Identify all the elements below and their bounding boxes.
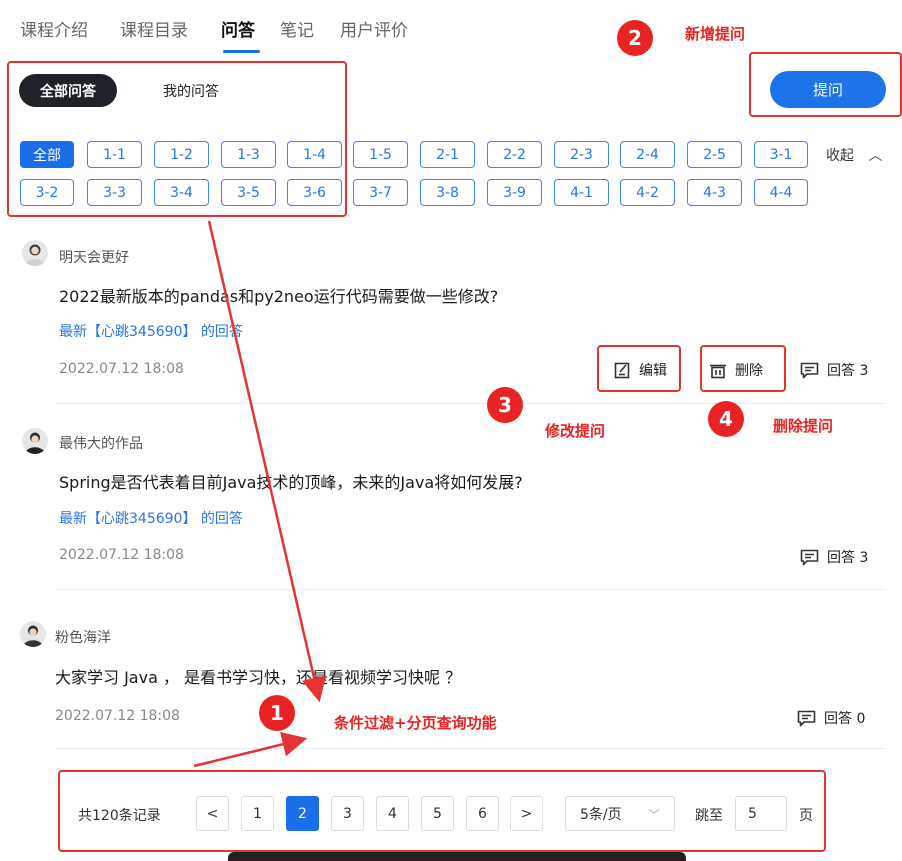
annotation-badge-4: 4	[708, 401, 744, 437]
ask-highlight-box	[749, 52, 902, 117]
arrow-to-pagination	[193, 732, 308, 768]
annotation-text-4: 删除提问	[773, 417, 834, 435]
annotation-text-3: 修改提问	[545, 422, 606, 440]
filter-highlight-box	[7, 61, 347, 217]
annotation-text-1: 条件过滤+分页查询功能	[334, 714, 497, 732]
arrow-to-filter	[207, 220, 327, 703]
pagination-highlight-box	[58, 770, 826, 852]
edit-highlight-box	[597, 345, 681, 392]
annotation-text-2: 新增提问	[685, 25, 746, 43]
annotation-badge-1: 1	[259, 695, 295, 731]
annotation-badge-3: 3	[487, 387, 523, 423]
delete-highlight-box	[700, 345, 786, 392]
annotation-badge-2: 2	[617, 20, 653, 56]
